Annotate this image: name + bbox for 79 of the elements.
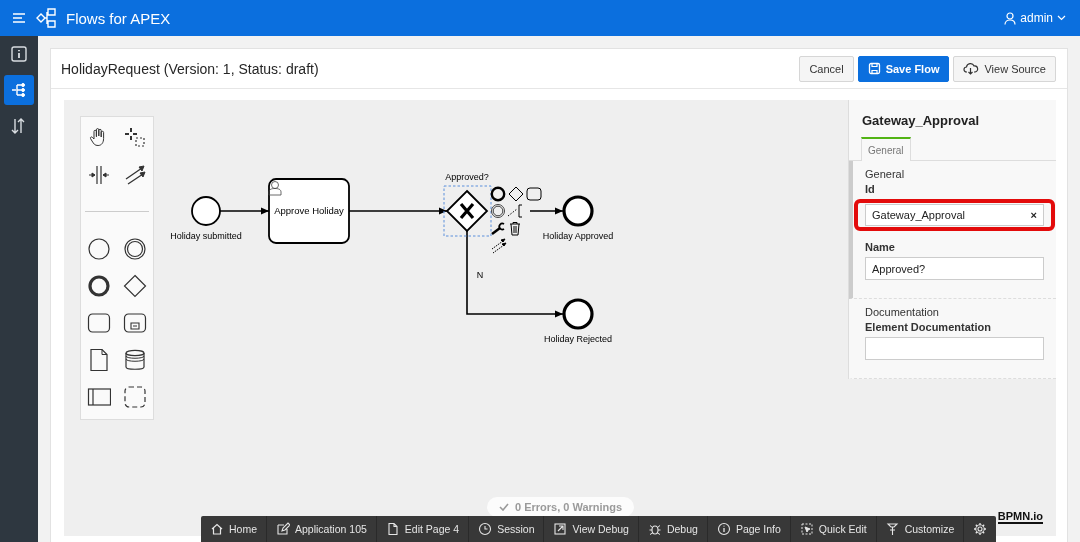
dev-toolbar-button[interactable]: Page Info	[707, 516, 791, 542]
save-button[interactable]: Save Flow	[857, 55, 950, 82]
id-field[interactable]: Gateway_Approval ×	[865, 204, 1044, 226]
field-label: Name	[865, 241, 896, 253]
group-icon	[123, 384, 147, 409]
lasso-tool-icon	[123, 125, 147, 150]
group-title: Documentation	[865, 306, 940, 318]
trash-icon[interactable]	[509, 222, 521, 236]
text-area[interactable]: Approved?	[865, 257, 1044, 280]
menu-icon[interactable]	[12, 12, 26, 24]
bpmn-logo[interactable]: BPMN.io	[997, 510, 1043, 524]
task-icon[interactable]	[526, 187, 542, 201]
event-label: Holiday Approved	[542, 231, 614, 241]
sequence-flow-arrow	[529, 207, 564, 215]
bug-icon	[647, 522, 662, 536]
app-title: Flows for APEX	[66, 9, 171, 27]
end-event[interactable]	[562, 298, 594, 330]
flow-label: N	[476, 270, 484, 280]
brush-icon	[885, 522, 900, 536]
cloud-download-icon	[963, 62, 980, 75]
info-icon	[716, 522, 731, 536]
end-event-icon	[87, 273, 111, 298]
dev-toolbar-button[interactable]: Edit Page 4	[376, 516, 470, 542]
end-event[interactable]	[562, 195, 594, 227]
dev-toolbar-button[interactable]: Session	[469, 516, 545, 542]
start-event-icon	[87, 236, 111, 261]
dev-toolbar-button[interactable]: Customize	[876, 516, 965, 542]
sequence-flow-arrow	[219, 207, 270, 215]
field-label: Id	[865, 183, 876, 195]
start-event[interactable]	[191, 196, 221, 226]
flowchart-logo-icon[interactable]	[36, 7, 58, 29]
user-icon	[1004, 11, 1017, 25]
dev-toolbar-button[interactable]: Debug	[638, 516, 708, 542]
edit-icon	[276, 522, 290, 536]
settings-icon	[973, 522, 988, 536]
task-icon	[87, 310, 111, 335]
flow-tree-icon	[10, 81, 28, 99]
flow-title: HolidayRequest (Version: 1, Status: draft)	[61, 60, 320, 77]
wrench-icon[interactable]	[491, 222, 505, 235]
info-icon	[10, 45, 28, 63]
external-link-icon	[553, 522, 568, 536]
task-label: Approve Holiday	[274, 205, 344, 216]
check-icon	[499, 503, 509, 511]
nav-button[interactable]	[4, 75, 34, 105]
document-icon	[385, 522, 400, 536]
cancel-button[interactable]: Cancel	[799, 55, 854, 82]
user-menu[interactable]: admin	[1004, 11, 1066, 25]
user-icon	[268, 181, 282, 196]
event-label: Holiday Rejected	[544, 334, 612, 344]
view-source-button[interactable]: View Source	[953, 55, 1056, 82]
connect-icon[interactable]	[491, 238, 507, 254]
save-icon	[867, 62, 881, 75]
end-event-icon[interactable]	[490, 186, 506, 202]
connect-tool-icon	[123, 162, 147, 187]
subprocess-icon	[123, 310, 147, 335]
user-task[interactable]	[268, 178, 350, 244]
gateway-label: Approved?	[445, 172, 489, 182]
data-store-icon	[123, 347, 147, 372]
properties-tab[interactable]: General	[861, 137, 911, 161]
field-label: Element Documentation	[865, 321, 992, 333]
element-id-heading: Gateway_Approval	[861, 112, 981, 130]
cursor-icon	[799, 522, 814, 536]
gateway-icon[interactable]	[508, 186, 524, 202]
clear-button[interactable]: ×	[1030, 209, 1037, 221]
intermediate-event-icon[interactable]	[491, 204, 505, 218]
dev-toolbar-button[interactable]: View Debug	[544, 516, 639, 542]
clock-icon	[478, 522, 493, 536]
dev-toolbar-button[interactable]: Home	[201, 516, 267, 542]
event-label: Holiday submitted	[170, 231, 242, 241]
dev-toolbar-button[interactable]: Application 105	[267, 516, 377, 542]
group-title: General	[865, 168, 906, 180]
validation-text: 0 Errors, 0 Warnings	[515, 501, 623, 513]
gateway-icon	[123, 273, 147, 298]
dev-toolbar-button[interactable]: Quick Edit	[790, 516, 877, 542]
home-icon	[210, 522, 224, 536]
intermediate-event-icon	[123, 236, 147, 261]
chevron-down-icon	[1057, 15, 1066, 21]
annotation-icon[interactable]	[507, 204, 523, 218]
data-object-icon	[87, 347, 111, 372]
